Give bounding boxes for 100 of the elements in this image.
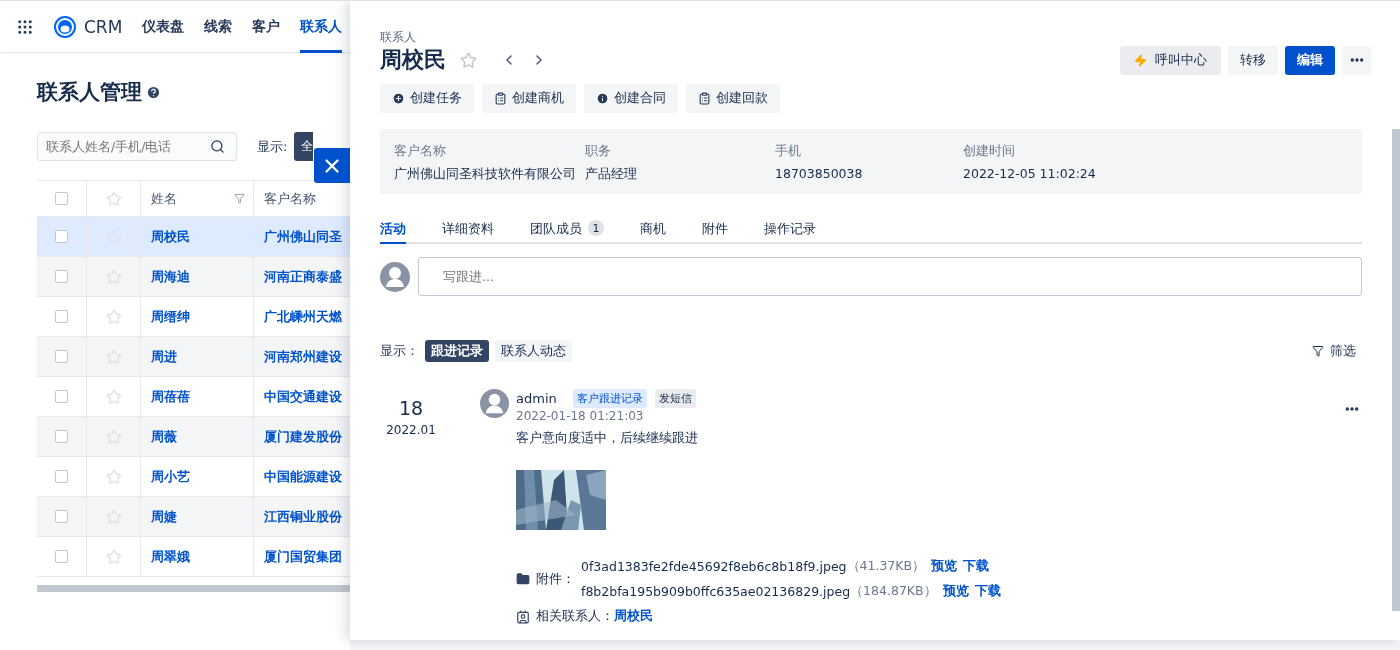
- file-name: f8b2bfa195b909b0ffc635ae02136829.jpeg: [581, 584, 851, 599]
- scrollbar[interactable]: [37, 585, 350, 592]
- tab[interactable]: 团队成员 1: [530, 220, 604, 244]
- filter-icon[interactable]: [234, 193, 245, 204]
- tab[interactable]: 附件: [702, 220, 728, 244]
- author-name: admin: [516, 391, 557, 406]
- count-badge: 1: [588, 220, 604, 236]
- star-icon[interactable]: [460, 51, 477, 69]
- tab[interactable]: 操作记录: [764, 220, 816, 244]
- field-value: 广州佛山同圣科技软件有限公司: [394, 166, 577, 183]
- contact-name-link[interactable]: 周翠娥: [151, 547, 190, 566]
- contact-name-link[interactable]: 周婕: [151, 507, 177, 526]
- filter-button[interactable]: 筛选: [1312, 342, 1356, 360]
- contact-name-link[interactable]: 周海迪: [151, 267, 190, 286]
- create-button[interactable]: 创建回款: [686, 84, 780, 113]
- field-value: 18703850038: [775, 166, 864, 181]
- field-label: 客户名称: [394, 143, 447, 160]
- checkbox[interactable]: [55, 390, 68, 403]
- breadcrumb: 联系人: [380, 29, 417, 45]
- customer-link[interactable]: 中国能源建设: [264, 467, 342, 486]
- edit-button[interactable]: 编辑: [1285, 45, 1335, 75]
- filter-button[interactable]: 全: [294, 132, 314, 161]
- help-icon[interactable]: [146, 84, 161, 100]
- comment-field[interactable]: 写跟进...: [418, 257, 1362, 296]
- tab-label: 详细资料: [442, 220, 494, 238]
- display-option[interactable]: 跟进记录: [425, 340, 489, 362]
- checkbox[interactable]: [55, 192, 68, 205]
- table-row[interactable]: 周薇 厦门建发股份: [37, 417, 350, 457]
- star-icon[interactable]: [105, 190, 122, 207]
- checkbox[interactable]: [55, 430, 68, 443]
- display-option[interactable]: 联系人动态: [495, 340, 572, 362]
- search-field[interactable]: 联系人姓名/手机/电话: [37, 132, 237, 161]
- preview-link[interactable]: 预览: [942, 583, 969, 600]
- nav-tab[interactable]: 线索: [204, 1, 233, 53]
- tab[interactable]: 活动: [380, 220, 406, 244]
- activity-day: 18: [398, 397, 424, 419]
- nav-tab[interactable]: 仪表盘: [142, 1, 185, 53]
- customer-link[interactable]: 厦门国贸集团: [264, 547, 342, 566]
- tab[interactable]: 详细资料: [442, 220, 494, 244]
- checkbox[interactable]: [55, 510, 68, 523]
- scrollbar[interactable]: [1392, 129, 1400, 611]
- contact-name-link[interactable]: 周蓓蓓: [151, 387, 190, 406]
- download-link[interactable]: 下载: [963, 558, 990, 575]
- folder-icon: [516, 572, 530, 586]
- checkbox[interactable]: [55, 230, 68, 243]
- checkbox[interactable]: [55, 350, 68, 363]
- customer-link[interactable]: 河南郑州建设: [264, 347, 342, 366]
- nav-tab[interactable]: 联系人: [300, 1, 343, 53]
- checkbox[interactable]: [55, 470, 68, 483]
- checkbox[interactable]: [55, 310, 68, 323]
- display-label: 显示：: [380, 342, 419, 360]
- field-label: 创建时间: [963, 143, 1016, 160]
- transfer-button[interactable]: 转移: [1228, 45, 1278, 75]
- apps-menu-icon[interactable]: [16, 17, 34, 36]
- create-button[interactable]: 创建商机: [482, 84, 576, 113]
- table-row[interactable]: 周进 河南郑州建设: [37, 337, 350, 377]
- customer-link[interactable]: 河南正商泰盛: [264, 267, 342, 286]
- customer-link[interactable]: 江西铜业股份: [264, 507, 342, 526]
- nav-tab[interactable]: 客户: [252, 1, 281, 53]
- contact-name-link[interactable]: 周缙绅: [151, 307, 190, 326]
- close-button[interactable]: [314, 148, 350, 183]
- avatar-icon: [480, 389, 509, 418]
- table-row[interactable]: 周婕 江西铜业股份: [37, 497, 350, 537]
- search-icon[interactable]: [210, 139, 225, 154]
- contact-name-link[interactable]: 周校民: [151, 227, 190, 246]
- attachment-label: 附件：: [536, 570, 575, 588]
- create-button[interactable]: 创建合同: [584, 84, 678, 113]
- lightning-icon: [1134, 53, 1147, 67]
- table-row[interactable]: 周小艺 中国能源建设: [37, 457, 350, 497]
- call-center-button[interactable]: 呼叫中心: [1120, 45, 1221, 75]
- checkbox[interactable]: [55, 270, 68, 283]
- star-icon[interactable]: [105, 548, 122, 565]
- tab[interactable]: 商机: [640, 220, 666, 244]
- star-icon[interactable]: [105, 388, 122, 405]
- table-row[interactable]: 周蓓蓓 中国交通建设: [37, 377, 350, 417]
- activity-month: 2022.01: [386, 423, 436, 437]
- checkbox[interactable]: [55, 550, 68, 563]
- customer-link[interactable]: 中国交通建设: [264, 387, 342, 406]
- plus-icon: [392, 92, 405, 105]
- customer-link[interactable]: 广北嵊州天燃: [264, 307, 342, 326]
- clipboard-icon: [494, 92, 507, 105]
- filter-icon: [1312, 345, 1324, 357]
- customer-link[interactable]: 厦门建发股份: [264, 427, 342, 446]
- create-button[interactable]: 创建任务: [380, 84, 474, 113]
- table-row[interactable]: 周翠娥 厦门国贸集团: [37, 537, 350, 577]
- contact-link[interactable]: 周校民: [614, 608, 653, 625]
- contact-name-link[interactable]: 周小艺: [151, 467, 190, 486]
- table-row[interactable]: 周校民 广州佛山同圣: [37, 217, 350, 257]
- customer-link[interactable]: 广州佛山同圣: [264, 227, 342, 246]
- contact-name-link[interactable]: 周薇: [151, 427, 177, 446]
- contact-name-link[interactable]: 周进: [151, 347, 177, 366]
- star-icon[interactable]: [105, 308, 122, 325]
- table-row[interactable]: 周海迪 河南正商泰盛: [37, 257, 350, 297]
- preview-link[interactable]: 预览: [931, 558, 958, 575]
- file-size: （184.87KB）: [850, 583, 937, 600]
- star-icon[interactable]: [105, 468, 122, 485]
- star-icon[interactable]: [105, 228, 122, 245]
- table-row[interactable]: 周缙绅 广北嵊州天燃: [37, 297, 350, 337]
- download-link[interactable]: 下载: [974, 583, 1001, 600]
- avatar-icon: [380, 261, 410, 292]
